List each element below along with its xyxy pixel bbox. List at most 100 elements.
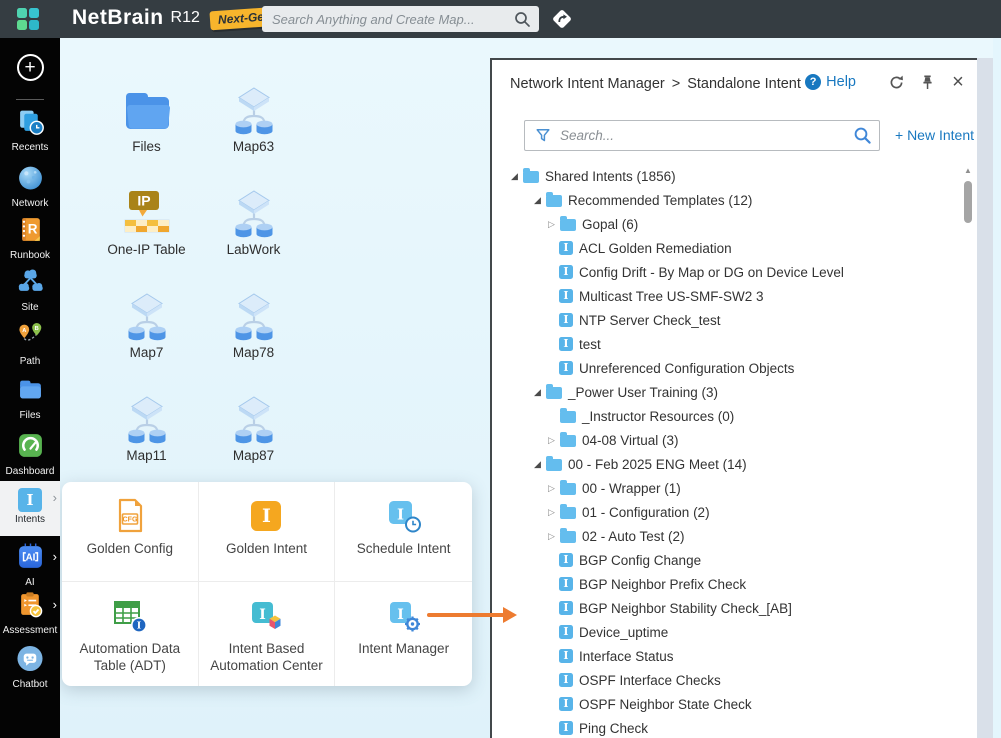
tree-intent-item[interactable]: I OSPF Interface Checks xyxy=(492,668,952,692)
tree-intent-item[interactable]: I test xyxy=(492,332,952,356)
sidebar-item-label: Site xyxy=(0,302,60,313)
sidebar-item-chatbot[interactable]: Chatbot xyxy=(0,645,60,690)
scrollbar-thumb[interactable] xyxy=(964,181,972,223)
tree-intent-item[interactable]: I BGP Neighbor Stability Check_[AB] xyxy=(492,596,952,620)
desktop-icon-map7[interactable]: Map7 xyxy=(93,282,200,385)
tree-intent-item[interactable]: I Ping Check xyxy=(492,716,952,738)
sidebar-item-runbook[interactable]: R Runbook xyxy=(0,216,60,261)
netbrain-app-window: NetBrain R12 Next-Gen + xyxy=(0,0,1001,738)
pin-icon[interactable] xyxy=(918,73,936,91)
tree-folder-feb-2025-eng-meet[interactable]: ◢ 00 - Feb 2025 ENG Meet (14) xyxy=(492,452,952,476)
menu-item-intent-based-automation-center[interactable]: I Intent Based Automation Center xyxy=(199,582,336,686)
sidebar-item-dashboard[interactable]: Dashboard xyxy=(0,432,60,477)
expand-arrow-icon[interactable]: ◢ xyxy=(509,171,520,182)
tree-folder-04-08-virtual[interactable]: ▷ 04-08 Virtual (3) xyxy=(492,428,952,452)
desktop-icon-label: Map87 xyxy=(233,448,274,463)
filter-funnel-icon[interactable] xyxy=(525,121,560,150)
intents-icon: I xyxy=(18,488,42,512)
tree-intent-item[interactable]: I ACL Golden Remediation xyxy=(492,236,952,260)
tree-folder-01-configuration[interactable]: ▷ 01 - Configuration (2) xyxy=(492,500,952,524)
tree-intent-item[interactable]: I OSPF Neighbor State Check xyxy=(492,692,952,716)
sidebar-item-label: Dashboard xyxy=(0,466,60,477)
sidebar-item-assessment[interactable]: › Assessment xyxy=(0,591,60,636)
close-icon[interactable]: × xyxy=(949,73,967,91)
path-pins-icon: A B xyxy=(17,322,44,349)
menu-item-automation-data-table[interactable]: I Automation Data Table (ADT) xyxy=(62,582,199,686)
expand-arrow-icon[interactable]: ◢ xyxy=(532,195,543,206)
sidebar-item-ai[interactable]: AI › AI xyxy=(0,543,60,588)
desktop-icon-map11[interactable]: Map11 xyxy=(93,385,200,488)
intent-icon: I xyxy=(559,649,573,663)
tree-folder-instructor-resources[interactable]: _Instructor Resources (0) xyxy=(492,404,952,428)
sidebar-item-path[interactable]: A B Path xyxy=(0,322,60,367)
desktop-icon-label: Map11 xyxy=(126,448,166,463)
refresh-icon[interactable] xyxy=(887,73,905,91)
folder-icon xyxy=(523,171,539,183)
sidebar-item-network[interactable]: Network xyxy=(0,164,60,209)
menu-item-intent-manager[interactable]: I Intent Manager xyxy=(335,582,472,686)
app-grid-icon[interactable] xyxy=(17,8,39,30)
tree-intent-item[interactable]: I Multicast Tree US-SMF-SW2 3 xyxy=(492,284,952,308)
sidebar-item-site[interactable]: Site xyxy=(0,268,60,313)
tree-folder-power-user-training[interactable]: ◢ _Power User Training (3) xyxy=(492,380,952,404)
collapse-arrow-icon[interactable]: ▷ xyxy=(546,219,557,230)
tree-folder-02-auto-test[interactable]: ▷ 02 - Auto Test (2) xyxy=(492,524,952,548)
search-icon[interactable] xyxy=(845,126,879,145)
desktop-icon-files[interactable]: Files xyxy=(93,76,200,179)
tree-intent-item[interactable]: I BGP Config Change xyxy=(492,548,952,572)
sidebar-item-recents[interactable]: Recents xyxy=(0,108,60,153)
desktop-icon-label: Map63 xyxy=(233,139,274,154)
new-intent-button[interactable]: + New Intent xyxy=(895,127,974,143)
sidebar-item-label: Chatbot xyxy=(0,679,60,690)
left-sidebar: + Recents Network xyxy=(0,38,60,738)
collapse-arrow-icon[interactable]: ▷ xyxy=(546,507,557,518)
tree-intent-item[interactable]: I Config Drift - By Map or DG on Device … xyxy=(492,260,952,284)
svg-text:A: A xyxy=(22,328,26,334)
sidebar-divider xyxy=(16,99,44,100)
right-edge-background xyxy=(993,38,1001,738)
intent-search-box[interactable] xyxy=(524,120,880,151)
tree-folder-gopal[interactable]: ▷ Gopal (6) xyxy=(492,212,952,236)
panel-scrollbar[interactable]: ▲ xyxy=(962,166,974,736)
intent-icon: I xyxy=(559,601,573,615)
collapse-arrow-icon[interactable]: ▷ xyxy=(546,435,557,446)
collapse-arrow-icon[interactable]: ▷ xyxy=(546,531,557,542)
chevron-right-icon: › xyxy=(53,597,57,612)
search-icon[interactable] xyxy=(514,11,531,28)
expand-arrow-icon[interactable]: ◢ xyxy=(532,387,543,398)
collapse-arrow-icon[interactable]: ▷ xyxy=(546,483,557,494)
intent-icon: I xyxy=(559,241,573,255)
svg-text:I: I xyxy=(397,506,404,524)
folder-icon xyxy=(546,195,562,207)
intent-search-input[interactable] xyxy=(560,128,845,143)
desktop-icon-one-ip-table[interactable]: IP One-IP Table xyxy=(93,179,200,282)
tree-folder-00-wrapper[interactable]: ▷ 00 - Wrapper (1) xyxy=(492,476,952,500)
global-search-input[interactable] xyxy=(272,12,514,27)
help-button[interactable]: ? Help xyxy=(805,74,856,90)
tree-intent-item[interactable]: I Interface Status xyxy=(492,644,952,668)
sidebar-item-files[interactable]: Files xyxy=(0,376,60,421)
folder-icon xyxy=(560,483,576,495)
tree-intent-item[interactable]: I Device_uptime xyxy=(492,620,952,644)
global-search[interactable] xyxy=(262,6,539,32)
menu-item-schedule-intent[interactable]: I Schedule Intent xyxy=(335,482,472,582)
add-new-button[interactable]: + xyxy=(0,54,60,81)
tree-folder-recommended-templates[interactable]: ◢ Recommended Templates (12) xyxy=(492,188,952,212)
menu-item-golden-config[interactable]: CFG Golden Config xyxy=(62,482,199,582)
tree-intent-item[interactable]: I Unreferenced Configuration Objects xyxy=(492,356,952,380)
tree-intent-item[interactable]: I BGP Neighbor Prefix Check xyxy=(492,572,952,596)
desktop-icon-map63[interactable]: Map63 xyxy=(200,76,307,179)
sidebar-item-intents[interactable]: I › Intents xyxy=(0,481,60,536)
expand-arrow-icon[interactable]: ◢ xyxy=(532,459,543,470)
desktop-icon-map87[interactable]: Map87 xyxy=(200,385,307,488)
desktop-icon-labwork[interactable]: LabWork xyxy=(200,179,307,282)
desktop-icon-map78[interactable]: Map78 xyxy=(200,282,307,385)
scroll-up-icon[interactable]: ▲ xyxy=(962,166,974,175)
intents-popup-menu: CFG Golden Config I Golden Intent I xyxy=(62,482,472,686)
menu-item-golden-intent[interactable]: I Golden Intent xyxy=(199,482,336,582)
ai-icon: AI xyxy=(17,543,44,570)
tree-folder-shared-intents[interactable]: ◢ Shared Intents (1856) xyxy=(492,164,952,188)
directions-diamond-icon[interactable] xyxy=(550,7,574,31)
tree-intent-item[interactable]: I NTP Server Check_test xyxy=(492,308,952,332)
automation-data-table-icon: I xyxy=(112,598,148,634)
